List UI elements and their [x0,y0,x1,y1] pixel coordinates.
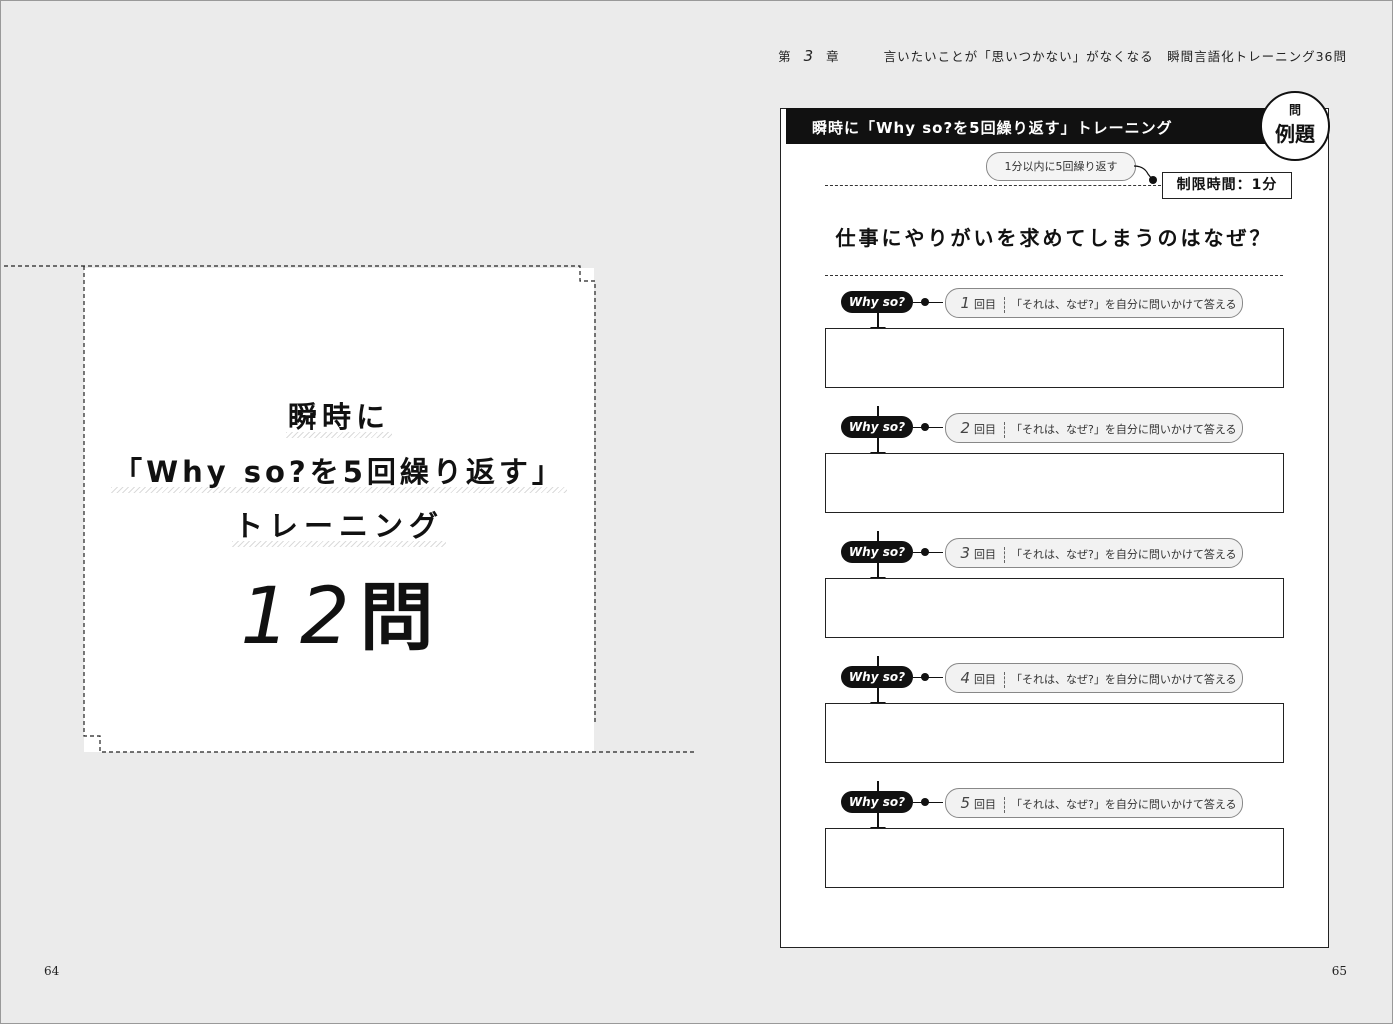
step-number: 2 [960,419,970,437]
step-prompt: 「それは、なぜ?」を自分に問いかけて答える [1011,423,1237,436]
step-instruction: 2 回目 「それは、なぜ?」を自分に問いかけて答える [945,413,1243,443]
step-unit: 回目 [974,298,996,311]
answer-box-3[interactable] [825,578,1284,638]
chapter-title: 言いたいことが「思いつかない」がなくなる 瞬間言語化トレーニング36問 [883,49,1347,64]
divider-question [825,275,1283,276]
step-unit: 回目 [974,798,996,811]
why-so-tag: Why so? [841,416,913,438]
why-step: Why so? 2 回目 「それは、なぜ?」を自分に問いかけて答える [825,406,1285,526]
answer-box-1[interactable] [825,328,1284,388]
answer-box-4[interactable] [825,703,1284,763]
connector-dot [921,798,929,806]
answer-box-5[interactable] [825,828,1284,888]
step-unit: 回目 [974,423,996,436]
connector-dot [921,423,929,431]
step-instruction: 3 回目 「それは、なぜ?」を自分に問いかけて答える [945,538,1243,568]
why-so-tag: Why so? [841,291,913,313]
badge-top-label: 問 [1288,103,1301,117]
page-number-left: 64 [44,964,60,978]
why-so-tag: Why so? [841,666,913,688]
chapter-suffix: 章 [826,49,840,64]
why-step: Why so? 5 回目 「それは、なぜ?」を自分に問いかけて答える [825,781,1285,901]
why-step: Why so? 1 回目 「それは、なぜ?」を自分に問いかけて答える [825,288,1285,401]
time-limit-box: 制限時間：1分 [1162,172,1292,199]
step-unit: 回目 [974,548,996,561]
card-title-line3: トレーニング [231,509,446,547]
chapter-number: 3 [803,47,815,65]
why-step: Why so? 4 回目 「それは、なぜ?」を自分に問いかけて答える [825,656,1285,776]
time-connector-dot [1149,176,1157,184]
step-number: 1 [960,294,970,312]
badge-main-label: 例題 [1275,122,1315,146]
question-text: 仕事にやりがいを求めてしまうのはなぜ？ [835,226,1273,250]
step-number: 5 [960,794,970,812]
page-number-right: 65 [1331,964,1347,978]
step-prompt: 「それは、なぜ?」を自分に問いかけて答える [1011,548,1237,561]
step-number: 3 [960,544,970,562]
divider-top [825,185,1161,186]
step-prompt: 「それは、なぜ?」を自分に問いかけて答える [1011,798,1237,811]
step-number: 4 [960,669,970,687]
answer-box-2[interactable] [825,453,1284,513]
panel-title: 瞬時に「Why so?を5回繰り返す」トレーニング [812,119,1173,137]
question-count: 12問 [84,558,594,665]
question-count-unit: 問 [359,575,438,661]
step-instruction: 1 回目 「それは、なぜ?」を自分に問いかけて答える [945,288,1243,318]
step-instruction: 5 回目 「それは、なぜ?」を自分に問いかけて答える [945,788,1243,818]
why-so-tag: Why so? [841,541,913,563]
connector-dot [921,298,929,306]
connector-dot [921,673,929,681]
running-head: 第 3 章 言いたいことが「思いつかない」がなくなる 瞬間言語化トレーニング36… [778,46,1347,65]
title-card: 瞬時に 「Why so?を5回繰り返す」 トレーニング 12問 [84,268,594,752]
card-title-line2: 「Why so?を5回繰り返す」 [111,455,567,493]
connector-dot [921,548,929,556]
example-badge: 問 例題 [1260,91,1330,161]
step-instruction: 4 回目 「それは、なぜ?」を自分に問いかけて答える [945,663,1243,693]
time-hint: 1分以内に5回繰り返す [986,152,1136,181]
why-so-tag: Why so? [841,791,913,813]
card-title-line1: 瞬時に [285,400,392,438]
step-prompt: 「それは、なぜ?」を自分に問いかけて答える [1011,298,1237,311]
step-unit: 回目 [974,673,996,686]
question-count-number: 12 [240,572,360,662]
why-step: Why so? 3 回目 「それは、なぜ?」を自分に問いかけて答える [825,531,1285,651]
chapter-prefix: 第 [778,49,792,64]
step-prompt: 「それは、なぜ?」を自分に問いかけて答える [1011,673,1237,686]
